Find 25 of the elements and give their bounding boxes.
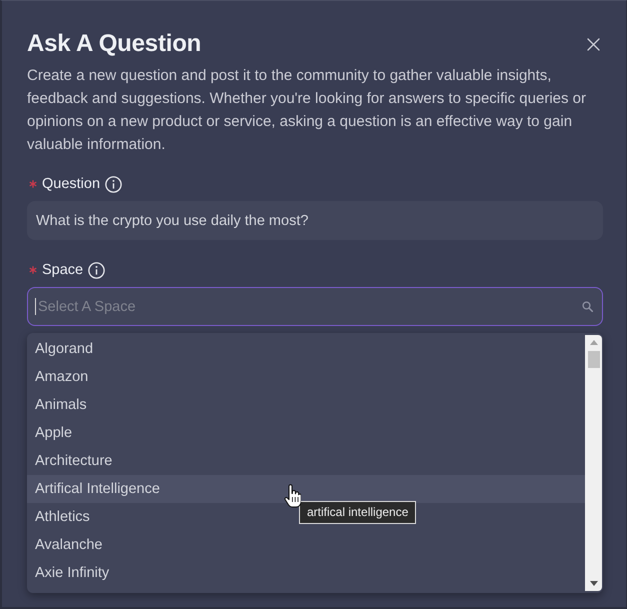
- tooltip: artifical intelligence: [299, 501, 416, 524]
- search-icon: [582, 301, 593, 312]
- field-label: Space: [42, 261, 84, 280]
- dropdown-option[interactable]: Artifical Intelligence: [27, 475, 164, 503]
- dropdown-option[interactable]: Architecture: [27, 447, 116, 475]
- scroll-down-arrow-icon[interactable]: [590, 581, 598, 586]
- dialog-description: Create a new question and post it to the community to gather valuable insights, feedback and suggestions. Whether you're looking for answers to specific queries or opinions on a new product or service, asking a question is an effective way to gain valuable information.: [27, 66, 587, 155]
- dropdown-option[interactable]: Animals: [27, 391, 91, 419]
- close-icon[interactable]: [587, 38, 600, 50]
- text-caret-icon: [35, 298, 36, 315]
- info-icon[interactable]: [105, 176, 122, 192]
- dropdown-option[interactable]: Athletics: [27, 503, 94, 531]
- scrollbar-track[interactable]: [585, 335, 602, 591]
- hand-cursor-icon: [284, 484, 301, 508]
- scrollbar-thumb[interactable]: [588, 351, 600, 368]
- dropdown-option[interactable]: Apple: [27, 419, 76, 447]
- field-label: Question: [42, 175, 100, 194]
- dropdown-option[interactable]: Avalanche: [27, 531, 106, 559]
- placeholder-text: Select A Space: [38, 298, 137, 314]
- dropdown-option[interactable]: Amazon: [27, 363, 92, 391]
- question-input[interactable]: What is the crypto you use daily the most?: [27, 201, 603, 240]
- info-icon[interactable]: [88, 262, 106, 278]
- dropdown-option[interactable]: Algorand: [27, 335, 98, 363]
- dropdown-option[interactable]: Axie Infinity: [27, 559, 114, 587]
- dialog-title: Ask A Question: [27, 29, 202, 59]
